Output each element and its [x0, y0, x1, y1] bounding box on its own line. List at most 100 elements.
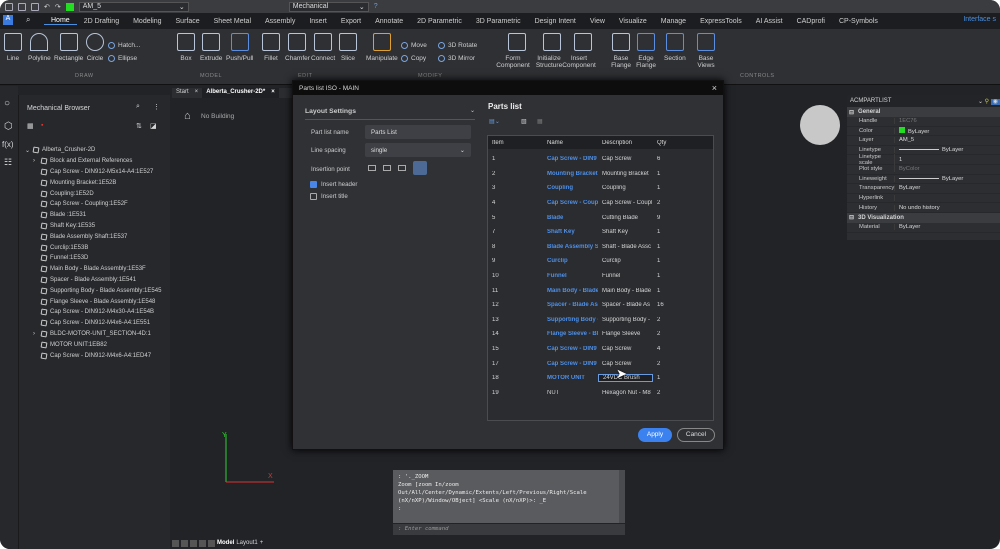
section-tool[interactable]: Section [664, 33, 686, 62]
extrude-tool[interactable]: Extrude [200, 33, 222, 62]
description-cell[interactable]: Main Body - Blade [598, 288, 653, 294]
bulb-icon[interactable]: ○ [4, 98, 14, 109]
command-input[interactable]: : Enter command [393, 524, 625, 535]
description-cell[interactable]: Cutting Blade [598, 215, 653, 221]
tree-item[interactable]: Mounting Bracket:1E52B [19, 177, 171, 188]
base-flange-tool[interactable]: Base Flange [611, 33, 631, 69]
3d-mirror-button[interactable]: 3D Mirror [438, 55, 475, 62]
tree-item[interactable]: Funnel:1E53D [19, 253, 171, 264]
browser-filter-icon[interactable]: ▪ [41, 122, 43, 129]
column-qty[interactable]: Qty [653, 140, 683, 146]
tab-expresstools[interactable]: ExpressTools [693, 18, 749, 25]
close-icon[interactable]: × [195, 89, 199, 97]
apply-button[interactable]: Apply [638, 428, 672, 442]
property-row[interactable]: Linetype scale 1 [847, 153, 1000, 166]
tree-item[interactable]: Shaft Key:1E535 [19, 221, 171, 232]
table-row[interactable]: 1 Cap Screw - DIN9 Cap Screw 6 [488, 152, 713, 167]
description-cell[interactable]: Shaft Key [598, 229, 653, 235]
tree-item[interactable]: › BLDC-MOTOR-UNIT_SECTION-4D:1 [19, 329, 171, 340]
tree-item[interactable]: › Block and External References [19, 156, 171, 167]
tab-cadprofi[interactable]: CADprofi [790, 18, 832, 25]
fillet-tool[interactable]: Fillet [262, 33, 280, 62]
property-value[interactable]: 1 [895, 157, 902, 163]
collapse-icon[interactable]: ⊟ [849, 109, 854, 116]
tree-item[interactable]: Cap Screw - DIN912-M5x14-A4:1E527 [19, 167, 171, 178]
cube-icon[interactable]: ⬡ [4, 121, 14, 132]
tree-item[interactable]: Flange Sleeve - Blade Assembly:1E548 [19, 296, 171, 307]
sort-icon[interactable]: ⇅ [136, 122, 142, 130]
property-value[interactable]: ByLayer [895, 185, 920, 191]
app-menu-button[interactable]: A [3, 15, 13, 25]
filter-icon[interactable]: ⚲ [985, 99, 989, 105]
tree-item[interactable]: Supporting Body - Blade Assembly:1E545 [19, 285, 171, 296]
property-value[interactable]: ByLayer [895, 126, 929, 135]
insert-header-checkbox[interactable]: Insert header [310, 181, 357, 188]
tree-item[interactable]: Curclip:1E53B [19, 242, 171, 253]
redo-icon[interactable]: ↷ [55, 3, 61, 11]
description-cell[interactable]: Shaft - Blade Assc [598, 244, 653, 250]
description-cell[interactable]: Hexagon Nut - M8 [598, 390, 653, 396]
function-icon[interactable]: f(x) [2, 140, 16, 149]
tab-home[interactable]: Home [44, 17, 77, 25]
property-value[interactable]: No undo history [895, 205, 940, 211]
first-tab-icon[interactable] [172, 539, 179, 547]
table-row[interactable]: 7 Shaft Key Shaft Key 1 [488, 225, 713, 240]
column-item[interactable]: Item [488, 140, 543, 146]
property-row[interactable]: History No undo history [847, 203, 1000, 213]
property-row[interactable]: Lineweight ByLayer [847, 175, 1000, 185]
table-row[interactable]: 18 MOTOR UNIT 24VDC Brush 1 [488, 371, 713, 386]
move-button[interactable]: Move [401, 42, 427, 49]
tree-item[interactable]: Cap Screw - DIN912-M4x30-A4:1E54B [19, 307, 171, 318]
command-scrollbar[interactable] [619, 470, 625, 523]
chevron-down-icon[interactable]: ⌄ [25, 147, 30, 154]
table-row[interactable]: 15 Cap Screw - DIN9 Cap Screw 4 [488, 342, 713, 357]
eye-icon[interactable]: ◉ [990, 98, 1000, 105]
tab-export[interactable]: Export [334, 18, 368, 25]
property-value[interactable]: ByLayer [895, 224, 920, 230]
table-row[interactable]: 17 Cap Screw - DIN9 Cap Screw 2 [488, 356, 713, 371]
manipulate-tool[interactable]: Manipulate [366, 33, 398, 62]
help-icon[interactable]: ? [374, 3, 378, 10]
description-cell[interactable]: Cap Screw [598, 346, 653, 352]
general-section[interactable]: ⊟ General [847, 107, 1000, 117]
table-row[interactable]: 9 Curclip Curclip 1 [488, 254, 713, 269]
print-icon[interactable] [31, 2, 39, 11]
tree-item[interactable]: MOTOR UNIT:1EB82 [19, 339, 171, 350]
save-as-icon[interactable] [18, 2, 26, 11]
box-tool[interactable]: Box [177, 33, 195, 62]
tab-start[interactable]: Start × [172, 88, 202, 98]
table-row[interactable]: 2 Mounting Bracket Mounting Bracket 1 [488, 167, 713, 182]
tab-insert[interactable]: Insert [302, 18, 334, 25]
tab-model[interactable]: Model [217, 540, 234, 546]
edge-flange-tool[interactable]: Edge Flange [636, 33, 656, 69]
property-value[interactable]: ByColor [895, 166, 920, 172]
copy-button[interactable]: Copy [401, 55, 426, 62]
table-row[interactable]: 11 Main Body - Blade Main Body - Blade 1 [488, 283, 713, 298]
property-value[interactable]: ByLayer [895, 147, 963, 153]
tab-list-icon[interactable] [208, 539, 215, 547]
ellipse-button[interactable]: Ellipse [108, 55, 137, 62]
polyline-tool[interactable]: Polyline [28, 33, 51, 62]
description-cell[interactable]: Spacer - Blade As [598, 302, 653, 308]
display-icon[interactable]: ◪ [150, 122, 157, 130]
close-icon[interactable]: × [271, 89, 275, 97]
undo-icon[interactable]: ↶ [44, 3, 50, 11]
tab-manage[interactable]: Manage [654, 18, 693, 25]
table-row[interactable]: 10 Funnel Funnel 1 [488, 269, 713, 284]
rectangle-tool[interactable]: Rectangle [54, 33, 83, 62]
insertion-top-left-button[interactable] [368, 165, 376, 171]
chamfer-tool[interactable]: Chamfer [285, 33, 310, 62]
object-type-select[interactable]: ACMPARTLIST ⌄ ⚲ ◉ [847, 95, 1000, 107]
description-cell[interactable]: Curclip [598, 258, 653, 264]
add-column-icon[interactable]: ▤⌄ [489, 118, 500, 125]
table-row[interactable]: 4 Cap Screw - Coupl Cap Screw - Coupl 2 [488, 196, 713, 211]
insertion-bottom-left-button[interactable] [398, 165, 406, 171]
tab-cp-symbols[interactable]: CP-Symbols [832, 18, 885, 25]
save-icon[interactable] [5, 2, 13, 11]
slice-tool[interactable]: Slice [339, 33, 357, 62]
hatch-button[interactable]: Hatch... [108, 42, 140, 49]
property-row[interactable]: Layer AM_5 [847, 136, 1000, 146]
more-icon[interactable]: ⋮ [153, 103, 160, 111]
tree-item[interactable]: Cap Screw - DIN912-M4x6-A4:1E551 [19, 318, 171, 329]
description-cell[interactable]: Flange Sleeve [598, 331, 653, 337]
